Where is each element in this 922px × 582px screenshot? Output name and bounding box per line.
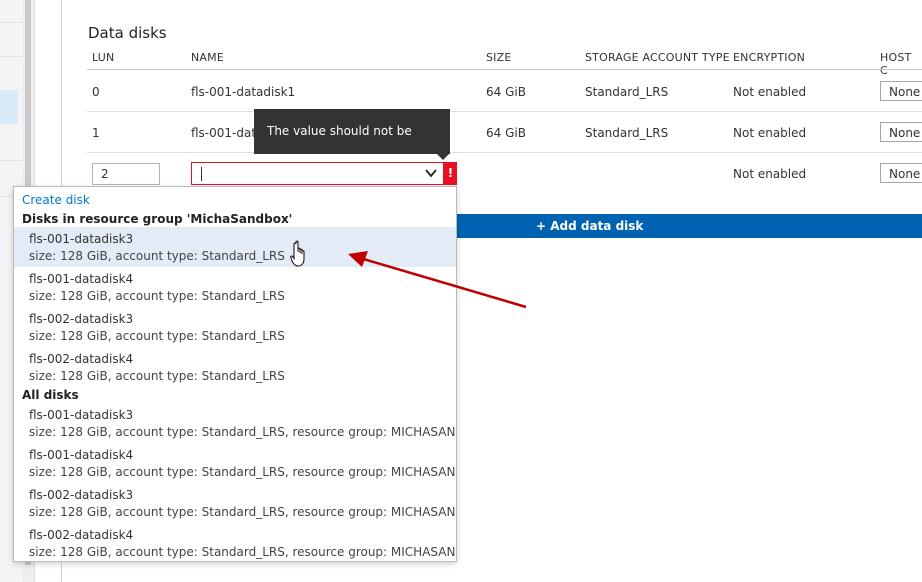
row-divider <box>87 111 922 112</box>
row-0-host-caching-select[interactable]: None <box>880 81 922 101</box>
option-detail: size: 128 GiB, account type: Standard_LR… <box>29 369 285 383</box>
row-0-lun: 0 <box>92 85 100 99</box>
group-label-all-disks: All disks <box>22 388 79 402</box>
option-name: fls-002-datadisk4 <box>29 528 134 542</box>
dropdown-option[interactable]: fls-002-datadisk4 size: 128 GiB, account… <box>14 523 457 561</box>
option-name: fls-001-datadisk4 <box>29 448 134 462</box>
option-name: fls-001-datadisk3 <box>29 408 134 422</box>
header-lun: LUN <box>92 51 115 64</box>
row-0-encryption: Not enabled <box>733 85 807 99</box>
option-name: fls-002-datadisk3 <box>29 488 134 502</box>
group-label-resource-group: Disks in resource group 'MichaSandbox' <box>22 212 293 226</box>
option-detail: size: 128 GiB, account type: Standard_LR… <box>29 465 457 479</box>
option-name: fls-001-datadisk4 <box>29 272 134 286</box>
add-data-disk-button[interactable]: + Add data disk <box>456 214 922 238</box>
row-1-storage: Standard_LRS <box>585 126 669 140</box>
header-encryption: ENCRYPTION <box>733 51 806 64</box>
dropdown-option[interactable]: fls-001-datadisk4 size: 128 GiB, account… <box>14 443 456 483</box>
disk-name-select[interactable] <box>191 162 444 185</box>
row-1-lun: 1 <box>92 126 100 140</box>
header-name: NAME <box>191 51 224 64</box>
dropdown-option[interactable]: fls-002-datadisk4 size: 128 GiB, account… <box>14 347 456 387</box>
create-disk-link[interactable]: Create disk <box>22 193 90 207</box>
header-host-caching: HOST C <box>880 51 912 77</box>
validation-tooltip: The value should not be empty. <box>254 109 450 183</box>
new-row-host-caching-select[interactable]: None <box>880 163 922 183</box>
option-name: fls-001-datadisk3 <box>29 232 134 246</box>
option-detail: size: 128 GiB, account type: Standard_LR… <box>29 425 457 439</box>
new-row-lun-input[interactable]: 2 <box>92 163 160 185</box>
error-icon: ! <box>444 162 457 185</box>
divider <box>0 22 22 23</box>
row-0-storage: Standard_LRS <box>585 85 669 99</box>
row-divider <box>87 152 922 153</box>
header-storage-account-type: STORAGE ACCOUNT TYPE <box>585 51 730 64</box>
row-0-size: 64 GiB <box>486 85 526 99</box>
disk-dropdown-list: Create disk Disks in resource group 'Mic… <box>13 186 457 562</box>
chevron-down-icon[interactable] <box>425 166 437 184</box>
option-name: fls-002-datadisk4 <box>29 352 134 366</box>
tooltip-pointer <box>437 154 449 160</box>
new-row-encryption: Not enabled <box>733 167 807 181</box>
option-detail: size: 128 GiB, account type: Standard_LR… <box>29 545 457 559</box>
section-title: Data disks <box>88 24 167 42</box>
selected-nav-item[interactable] <box>0 90 18 124</box>
option-detail: size: 128 GiB, account type: Standard_LR… <box>29 289 285 303</box>
hand-cursor-icon <box>290 240 305 267</box>
option-name: fls-002-datadisk3 <box>29 312 134 326</box>
divider <box>0 56 22 57</box>
dropdown-option[interactable]: fls-001-datadisk3 size: 128 GiB, account… <box>14 403 456 443</box>
row-1-host-caching-select[interactable]: None <box>880 122 922 142</box>
row-1-size: 64 GiB <box>486 126 526 140</box>
divider <box>0 160 22 161</box>
text-caret <box>201 167 202 181</box>
header-size: SIZE <box>486 51 512 64</box>
option-detail: size: 128 GiB, account type: Standard_LR… <box>29 249 285 263</box>
row-1-name: fls-001-data <box>191 126 264 140</box>
header-divider <box>87 69 922 70</box>
annotation-arrow <box>348 251 527 309</box>
dropdown-option[interactable]: fls-002-datadisk3 size: 128 GiB, account… <box>14 483 456 523</box>
option-detail: size: 128 GiB, account type: Standard_LR… <box>29 505 457 519</box>
row-0-name: fls-001-datadisk1 <box>191 85 296 99</box>
option-detail: size: 128 GiB, account type: Standard_LR… <box>29 329 285 343</box>
row-1-encryption: Not enabled <box>733 126 807 140</box>
